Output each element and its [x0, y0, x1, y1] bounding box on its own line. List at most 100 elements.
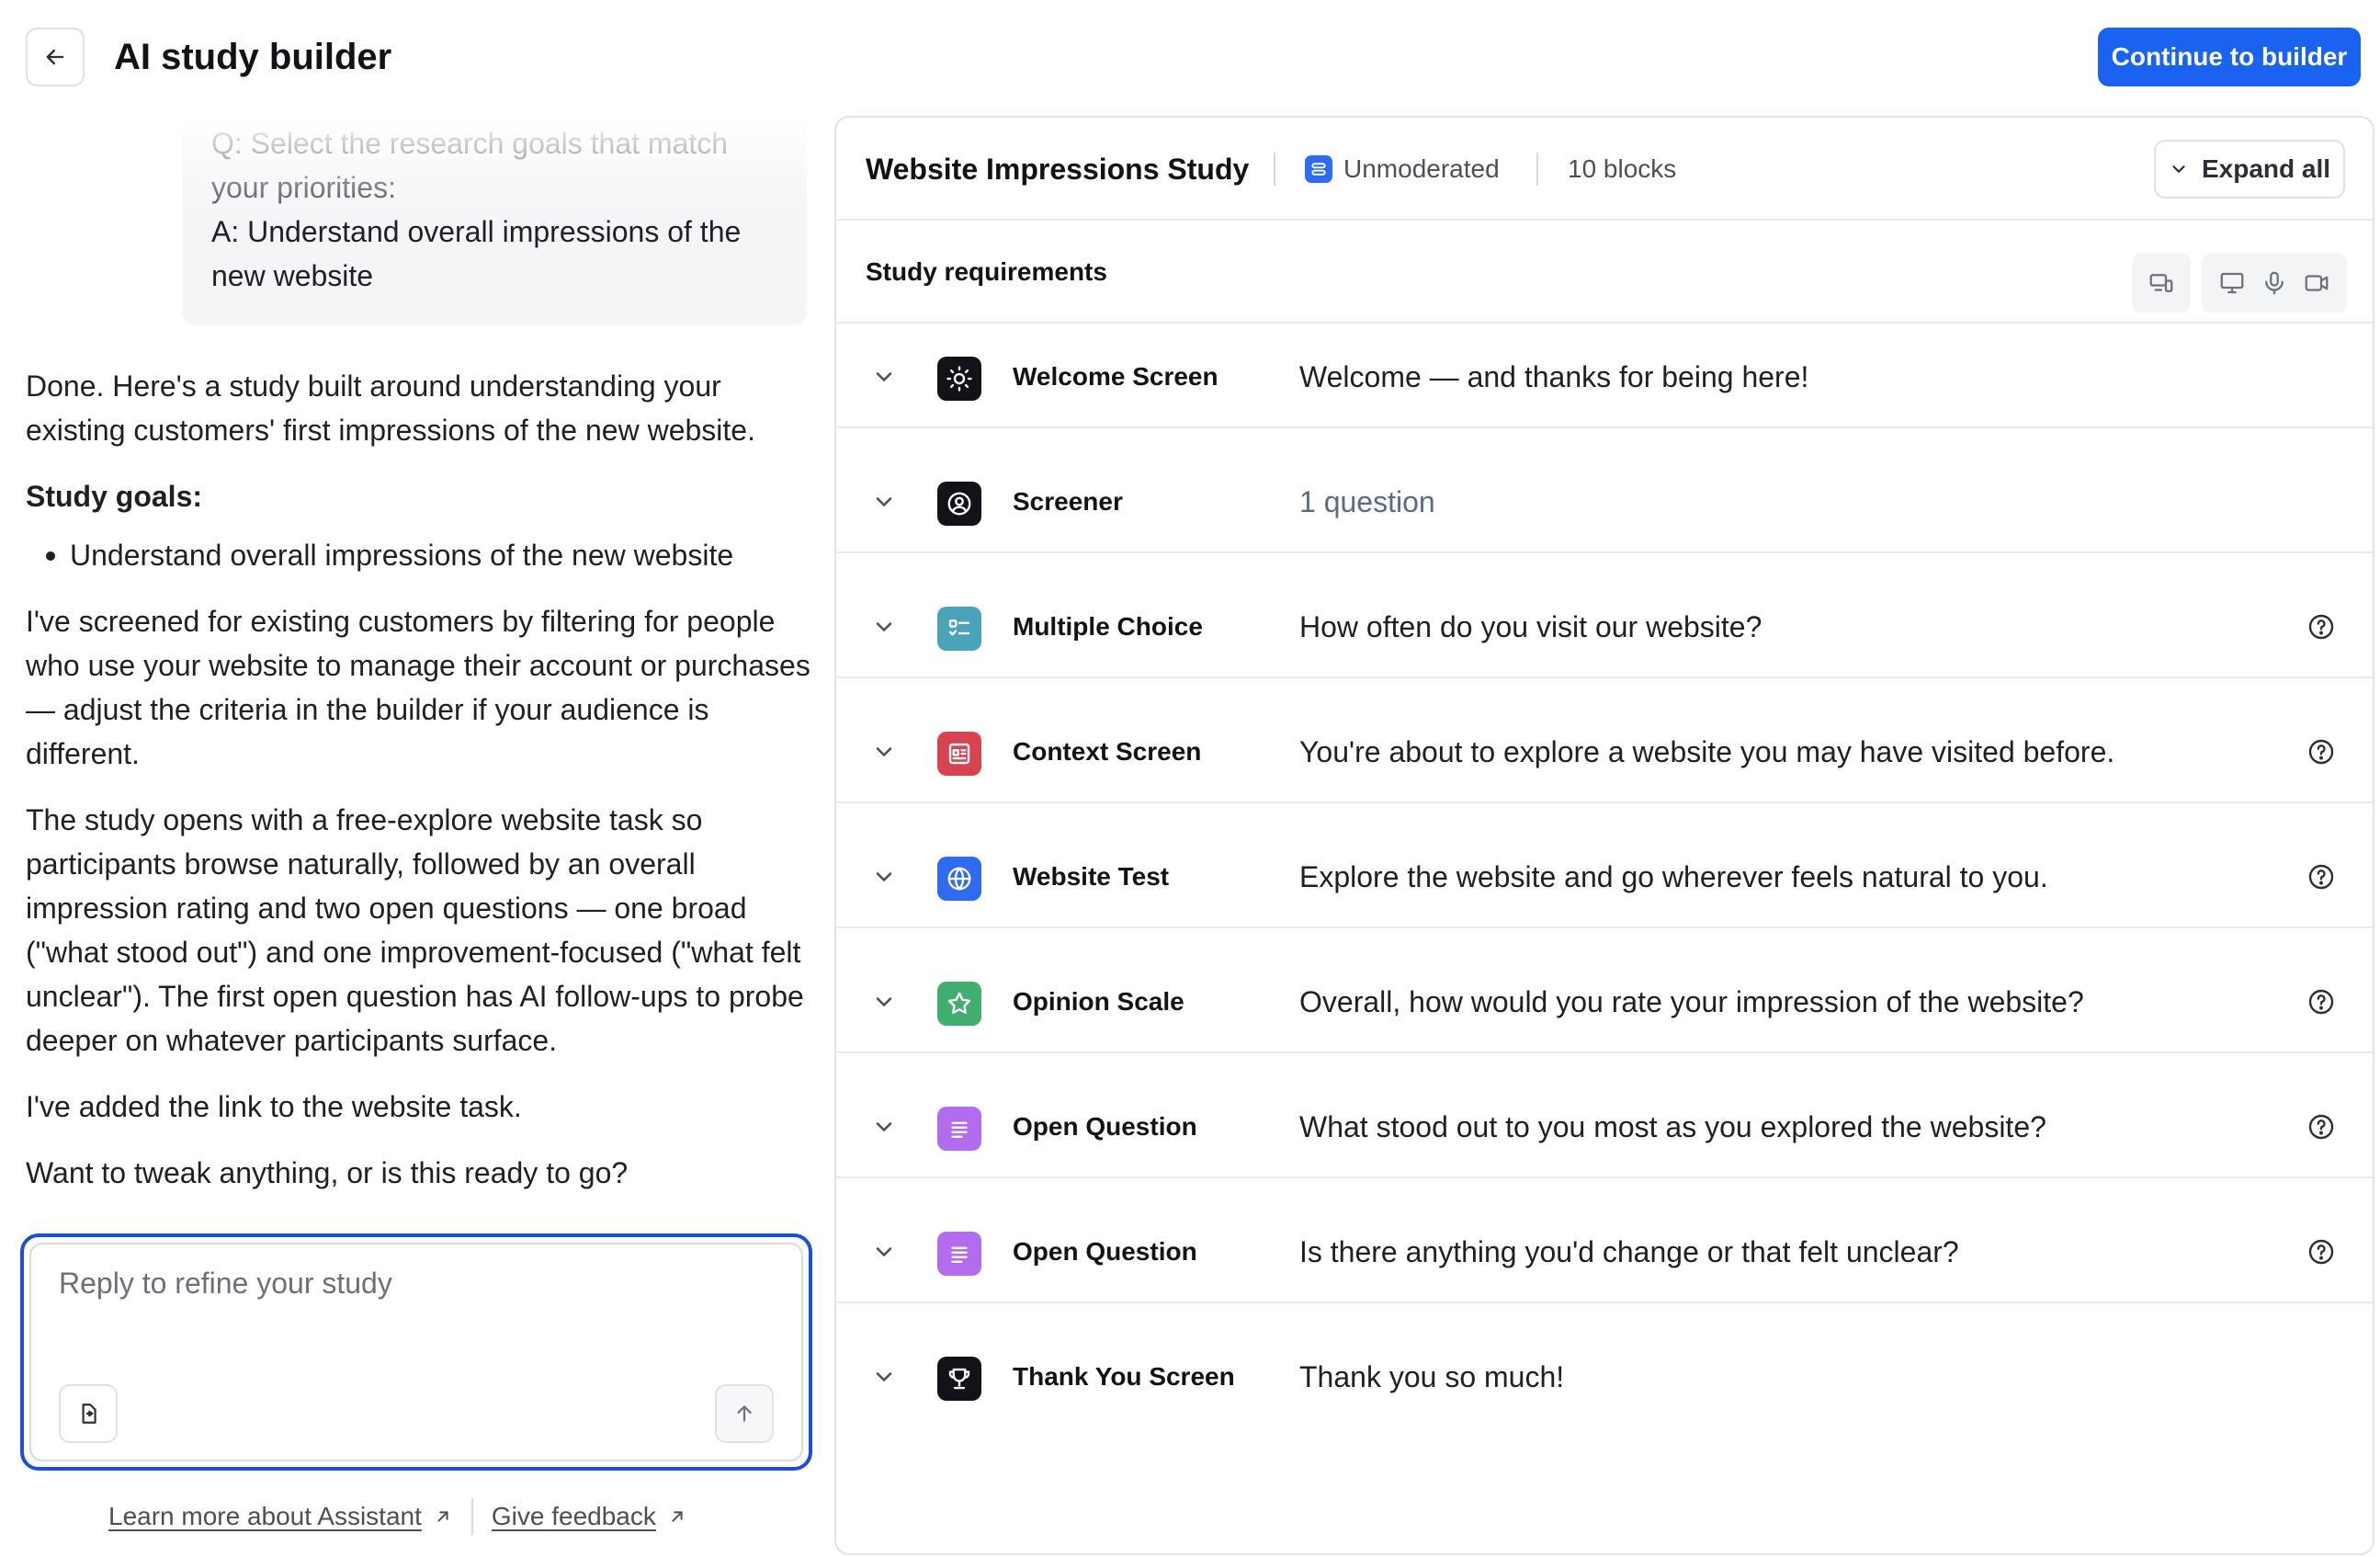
- reply-input[interactable]: Reply to refine your study: [59, 1261, 392, 1305]
- block-type-label: Context Screen: [1013, 737, 1202, 766]
- help-icon[interactable]: [2306, 737, 2336, 767]
- block-type-label: Open Question: [1013, 1112, 1197, 1141]
- expand-all-label: Expand all: [2201, 154, 2331, 183]
- continue-to-builder-button[interactable]: Continue to builder: [2098, 28, 2361, 86]
- device-requirement[interactable]: [2132, 254, 2191, 313]
- chevron-down-icon[interactable]: [869, 987, 899, 1017]
- block-content-text: Thank you so much!: [1299, 1360, 1565, 1393]
- external-link-icon: [437, 1511, 448, 1522]
- block-content-text: Overall, how would you rate your impress…: [1299, 985, 2084, 1018]
- qa-question-line-1: Q: Select the research goals that match: [211, 127, 729, 160]
- recording-requirements[interactable]: [2202, 254, 2347, 313]
- lines-icon: [937, 1232, 981, 1276]
- user-circle-icon: [937, 482, 981, 526]
- attach-button[interactable]: [59, 1384, 118, 1443]
- study-goal-item: Understand overall impressions of the ne…: [26, 533, 816, 577]
- chevron-down-icon[interactable]: [869, 737, 899, 767]
- lines-icon: [937, 1107, 981, 1151]
- qa-answer-line-1: A: Understand overall impressions of the: [211, 215, 742, 248]
- chevron-down-icon[interactable]: [869, 1362, 899, 1392]
- block-type-label: Opinion Scale: [1013, 987, 1184, 1016]
- block-content-text: Welcome — and thanks for being here!: [1299, 360, 1809, 393]
- study-mode: Unmoderated: [1305, 149, 1500, 189]
- study-requirements-row[interactable]: Study requirements: [836, 221, 2373, 324]
- chevron-down-icon[interactable]: [869, 1237, 899, 1267]
- screen-share-icon: [2220, 272, 2244, 294]
- help-icon[interactable]: [2306, 987, 2336, 1017]
- block-row[interactable]: Open Question What stood out to you most …: [836, 1075, 2373, 1178]
- chevron-down-icon: [2172, 165, 2185, 173]
- assistant-message: Done. Here's a study built around unders…: [26, 364, 816, 1217]
- block-content-text: Explore the website and go wherever feel…: [1299, 860, 2048, 893]
- qa-answer-line-2: new website: [211, 259, 374, 292]
- assistant-intro: Done. Here's a study built around unders…: [26, 369, 755, 447]
- block-content-text: What stood out to you most as you explor…: [1299, 1110, 2046, 1143]
- study-header: Website Impressions Study Unmoderated 10…: [836, 118, 2373, 221]
- learn-more-label: Learn more about Assistant: [108, 1502, 422, 1530]
- microphone-icon: [2265, 271, 2284, 295]
- chevron-down-icon[interactable]: [869, 487, 899, 517]
- checklist-icon: [937, 607, 981, 651]
- star-icon: [937, 982, 981, 1026]
- block-type-label: Screener: [1013, 487, 1123, 516]
- block-row[interactable]: Screener 1 question: [836, 450, 2373, 553]
- give-feedback-label: Give feedback: [491, 1502, 656, 1530]
- block-row[interactable]: Context Screen You're about to explore a …: [836, 700, 2373, 803]
- learn-more-link[interactable]: Learn more about Assistant: [108, 1502, 453, 1531]
- context-icon: [937, 732, 981, 776]
- help-icon[interactable]: [2306, 1237, 2336, 1267]
- block-row[interactable]: Thank You Screen Thank you so much!: [836, 1325, 2373, 1428]
- block-type-label: Website Test: [1013, 862, 1170, 891]
- study-goals-list: Understand overall impressions of the ne…: [26, 533, 816, 577]
- globe-icon: [937, 857, 981, 901]
- reply-input-frame: Reply to refine your study: [29, 1243, 803, 1461]
- footer-links: Learn more about Assistant Give feedback: [108, 1496, 687, 1537]
- block-content-text: You're about to explore a website you ma…: [1299, 735, 2115, 768]
- trophy-icon: [937, 1357, 981, 1401]
- help-icon[interactable]: [2306, 1112, 2336, 1142]
- send-button[interactable]: [715, 1384, 774, 1443]
- assistant-screening-paragraph: I've screened for existing customers by …: [26, 605, 810, 770]
- expand-all-button[interactable]: Expand all: [2154, 140, 2345, 199]
- header-divider: [1536, 153, 1538, 186]
- page-title: AI study builder: [114, 37, 392, 77]
- block-row[interactable]: Open Question Is there anything you'd cha…: [836, 1200, 2373, 1303]
- study-goals-heading: Study goals:: [26, 480, 203, 513]
- study-title: Website Impressions Study: [866, 153, 1250, 186]
- help-icon[interactable]: [2306, 612, 2336, 642]
- sun-icon: [937, 357, 981, 401]
- external-link-icon: [672, 1511, 683, 1522]
- block-type-label: Thank You Screen: [1013, 1362, 1235, 1391]
- devices-icon: [2149, 274, 2173, 292]
- block-content-text: Is there anything you'd change or that f…: [1299, 1235, 1959, 1268]
- footer-divider: [470, 1498, 473, 1535]
- blocks-count: 10 blocks: [1568, 154, 1677, 183]
- unmoderated-icon: [1305, 155, 1332, 183]
- block-row[interactable]: Opinion Scale Overall, how would you rate…: [836, 950, 2373, 1053]
- assistant-flow-paragraph: The study opens with a free-explore webs…: [26, 803, 804, 1057]
- chevron-down-icon[interactable]: [869, 862, 899, 892]
- chevron-down-icon[interactable]: [869, 612, 899, 642]
- attach-file-icon: [82, 1404, 96, 1424]
- video-camera-icon: [2305, 275, 2329, 291]
- block-content-text: How often do you visit our website?: [1299, 610, 1762, 643]
- header-divider: [1274, 153, 1275, 186]
- block-row[interactable]: Multiple Choice How often do you visit ou…: [836, 575, 2373, 678]
- block-type-label: Multiple Choice: [1013, 612, 1203, 641]
- reply-composer[interactable]: Reply to refine your study: [20, 1233, 812, 1471]
- block-type-label: Welcome Screen: [1013, 362, 1218, 391]
- assistant-question-paragraph: Want to tweak anything, or is this ready…: [26, 1156, 629, 1189]
- block-row[interactable]: Website Test Explore the website and go w…: [836, 825, 2373, 928]
- block-type-label: Open Question: [1013, 1237, 1197, 1266]
- back-button[interactable]: [26, 28, 85, 86]
- give-feedback-link[interactable]: Give feedback: [492, 1502, 687, 1531]
- block-row[interactable]: Welcome Screen Welcome — and thanks for b…: [836, 325, 2373, 428]
- user-answer-bubble: Q: Select the research goals that match …: [182, 114, 807, 325]
- assistant-link-paragraph: I've added the link to the website task.: [26, 1090, 522, 1123]
- block-content-text: 1 question: [1299, 485, 1435, 518]
- chevron-down-icon[interactable]: [869, 362, 899, 392]
- chevron-down-icon[interactable]: [869, 1112, 899, 1142]
- help-icon[interactable]: [2306, 862, 2336, 892]
- arrow-left-icon: [46, 49, 64, 65]
- study-mode-label: Unmoderated: [1343, 154, 1500, 183]
